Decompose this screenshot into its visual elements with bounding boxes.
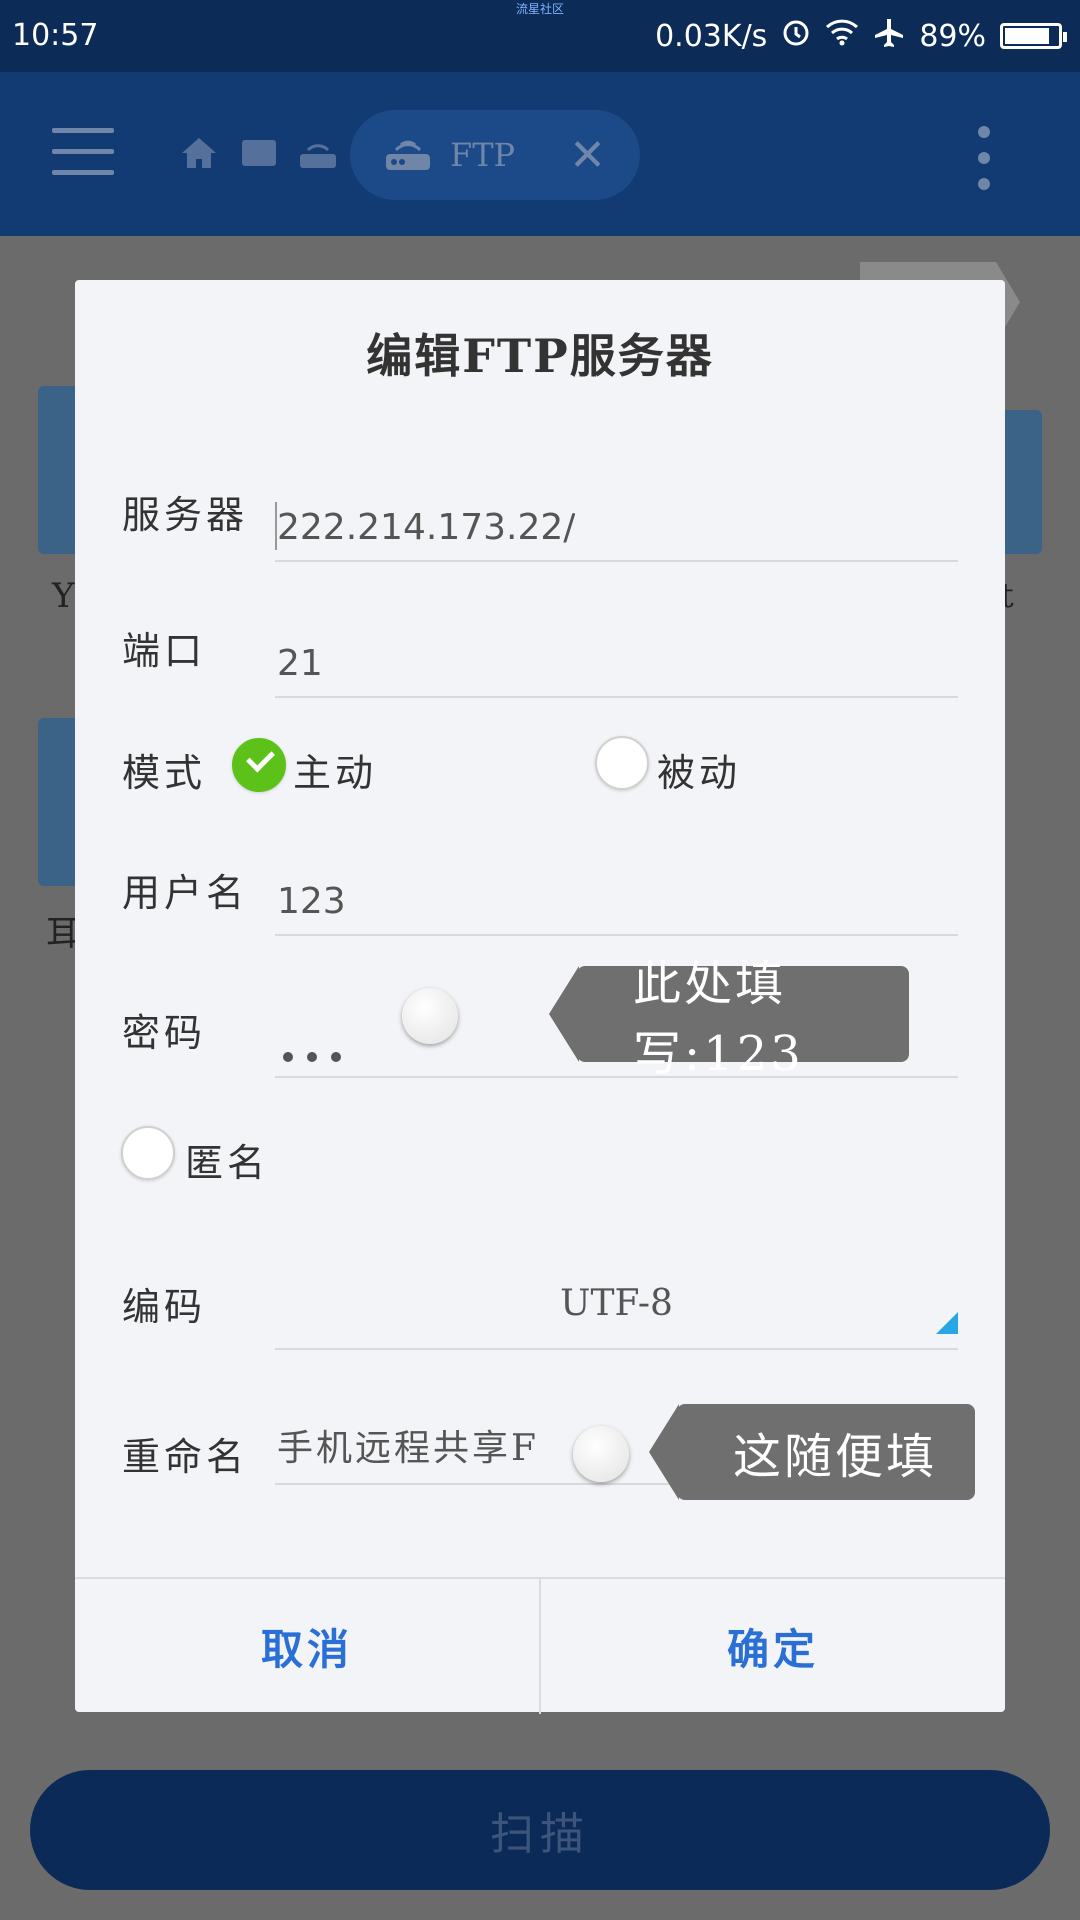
status-center-text: 流星社区 <box>515 2 564 16</box>
storage-icon[interactable] <box>240 136 278 178</box>
mode-passive-radio[interactable] <box>595 736 649 790</box>
battery-level: 89% <box>919 18 986 54</box>
status-icons: 0.03K/s 89% <box>655 16 1067 56</box>
pointer-knob <box>573 1426 629 1482</box>
server-input[interactable]: 222.214.173.22/ <box>275 470 958 562</box>
rename-value: 手机远程共享F <box>277 1428 539 1469</box>
username-label: 用户名 <box>122 871 249 915</box>
status-bar: 10:57 流星社区 0.03K/s 89% <box>0 0 1080 72</box>
scan-button[interactable]: 扫描 <box>30 1770 1050 1890</box>
encoding-label: 编码 <box>122 1285 207 1329</box>
port-input[interactable]: 21 <box>275 602 958 698</box>
anonymous-radio[interactable] <box>121 1126 175 1180</box>
status-time: 10:57 <box>12 18 99 53</box>
mode-active-radio[interactable] <box>232 738 286 792</box>
dialog-button-row: 取消 确定 <box>75 1577 1005 1714</box>
pointer-knob <box>402 988 458 1044</box>
server-label: 服务器 <box>122 493 249 537</box>
net-speed: 0.03K/s <box>655 18 768 54</box>
password-label: 密码 <box>122 1011 207 1055</box>
mode-passive-label[interactable]: 被动 <box>657 742 741 797</box>
menu-icon[interactable] <box>52 128 114 182</box>
dialog-title: 编辑FTP服务器 <box>366 329 714 383</box>
port-value: 21 <box>277 643 323 684</box>
tab-ftp[interactable]: FTP ✕ <box>350 110 640 200</box>
encoding-value: UTF-8 <box>560 1283 673 1324</box>
background-tile <box>1000 410 1042 554</box>
anonymous-label[interactable]: 匿名 <box>185 1132 269 1187</box>
password-tip-callout: 此处填写:123 <box>549 956 909 1082</box>
port-label: 端口 <box>122 629 207 673</box>
router-icon[interactable] <box>298 136 338 178</box>
ftp-tab-label: FTP <box>450 136 516 174</box>
app-toolbar: FTP ✕ <box>0 72 1080 236</box>
wifi-icon <box>825 18 859 54</box>
rename-label: 重命名 <box>122 1435 249 1479</box>
ftp-router-icon <box>384 134 432 176</box>
encoding-select[interactable]: UTF-8 <box>275 1240 958 1350</box>
edit-ftp-dialog: 编辑FTP服务器 服务器 222.214.173.22/ 端口 21 模式 主动… <box>75 280 1005 1714</box>
confirm-button[interactable]: 确定 <box>539 1579 1005 1714</box>
username-input[interactable]: 123 <box>275 842 958 936</box>
password-dots <box>283 1052 341 1062</box>
close-icon[interactable]: ✕ <box>569 130 606 181</box>
cancel-button[interactable]: 取消 <box>75 1579 539 1714</box>
rename-tip-callout: 这随便填 <box>649 1404 975 1500</box>
alarm-icon <box>781 17 811 55</box>
dropdown-triangle-icon <box>936 1312 958 1334</box>
home-icon[interactable] <box>180 136 218 178</box>
mode-label: 模式 <box>122 751 207 795</box>
username-value: 123 <box>277 881 346 922</box>
airplane-icon <box>873 16 905 56</box>
mode-active-label[interactable]: 主动 <box>293 742 377 797</box>
server-value: 222.214.173.22/ <box>277 507 576 548</box>
battery-icon <box>1000 23 1067 49</box>
background-text: Y <box>52 576 75 616</box>
more-options-icon[interactable] <box>978 126 990 204</box>
